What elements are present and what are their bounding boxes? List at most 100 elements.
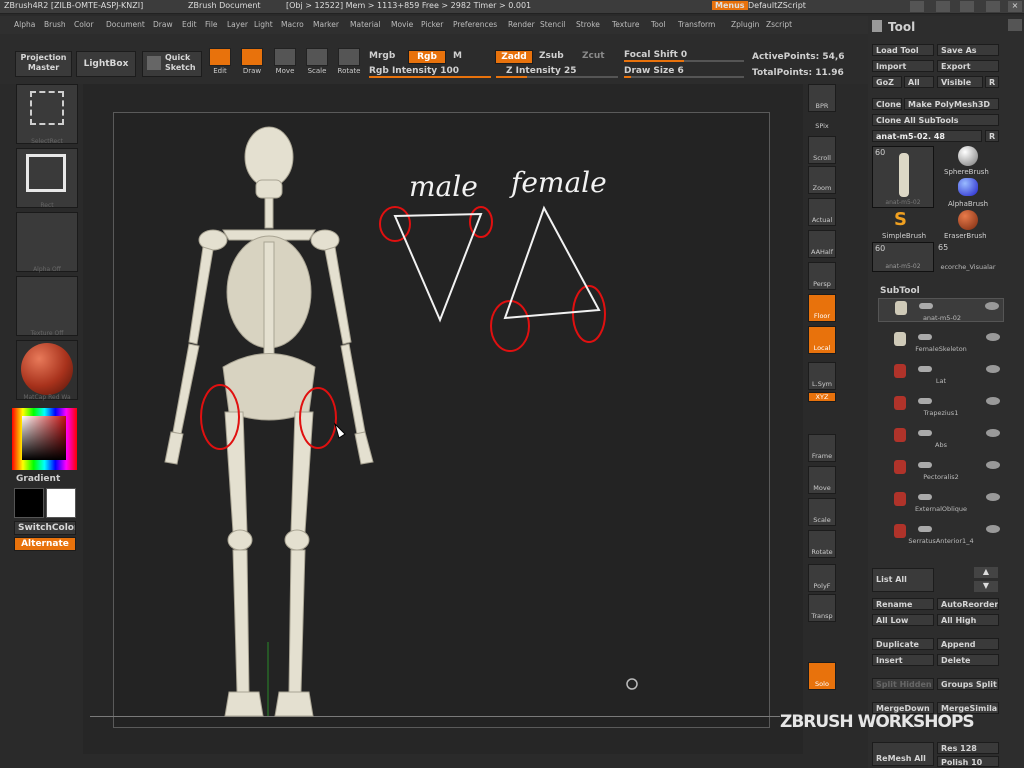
tool-thumbnail-3[interactable]: 65 ecorche_Visualar [936, 242, 1000, 272]
subtool-item[interactable]: Abs [878, 426, 1004, 450]
rgb-button[interactable]: Rgb [408, 50, 446, 64]
menu-document[interactable]: Document [106, 20, 145, 29]
lightbox-button[interactable]: LightBox [76, 51, 136, 77]
subtool-toggle-icon[interactable] [918, 366, 932, 372]
subtool-toggle-icon[interactable] [919, 303, 933, 309]
subtool-item[interactable]: SerratusAnterior1_4 [878, 522, 1004, 546]
minimize-icon[interactable] [910, 1, 924, 12]
split-hidden-button[interactable]: Split Hidden [872, 678, 934, 690]
r-button[interactable]: R [985, 76, 999, 88]
menu-movie[interactable]: Movie [391, 20, 413, 29]
projection-master-button[interactable]: Projection Master [15, 51, 72, 77]
res-slider[interactable]: Res 128 [937, 742, 999, 754]
eraser-brush-icon[interactable] [958, 210, 978, 230]
menu-alpha[interactable]: Alpha [14, 20, 35, 29]
focal-shift-slider[interactable] [624, 60, 744, 62]
shelf-xyz-button[interactable]: XYZ [808, 392, 836, 402]
shelf-frame-button[interactable]: Frame [808, 434, 836, 462]
menu-zplugin[interactable]: Zplugin [731, 20, 759, 29]
shelf-solo-button[interactable]: Solo [808, 662, 836, 690]
menu-light[interactable]: Light [254, 20, 273, 29]
visibility-eye-icon[interactable] [986, 493, 1000, 501]
simple-brush-icon[interactable]: S [894, 210, 912, 230]
shelf-move-button[interactable]: Move [808, 466, 836, 494]
visibility-eye-icon[interactable] [986, 461, 1000, 469]
menu-material[interactable]: Material [350, 20, 380, 29]
subtool-title[interactable]: SubTool [880, 286, 920, 296]
tool-thumbnail[interactable]: 60 anat-m5-02 [872, 146, 934, 208]
current-tool-slider[interactable]: anat-m5-02. 48 [872, 130, 982, 142]
all-button[interactable]: All [904, 76, 934, 88]
goz-button[interactable]: GoZ [872, 76, 902, 88]
edit-button[interactable]: Edit [205, 48, 235, 78]
menu-texture[interactable]: Texture [612, 20, 639, 29]
zadd-button[interactable]: Zadd [495, 50, 533, 64]
rename-button[interactable]: Rename [872, 598, 934, 610]
insert-button[interactable]: Insert [872, 654, 934, 666]
mrgb-button[interactable]: Mrgb [369, 51, 395, 61]
list-all-button[interactable]: List All [872, 568, 934, 592]
restore-icon[interactable] [936, 1, 950, 12]
select-rect-tile[interactable] [16, 84, 78, 144]
menu-tool[interactable]: Tool [651, 20, 666, 29]
menu-transform[interactable]: Transform [678, 20, 715, 29]
shelf-scroll-button[interactable]: Scroll [808, 136, 836, 164]
m-button[interactable]: M [453, 51, 462, 61]
rgb-intensity-slider[interactable] [369, 76, 491, 78]
rotate-button[interactable]: Rotate [334, 48, 364, 78]
subtool-down-icon[interactable]: ▼ [974, 581, 998, 592]
subtool-toggle-icon[interactable] [918, 430, 932, 436]
scale-button[interactable]: Scale [302, 48, 332, 78]
tool-thumbnail-2[interactable]: 60 anat-m5-02 [872, 242, 934, 272]
duplicate-button[interactable]: Duplicate [872, 638, 934, 650]
alternate-button[interactable]: Alternate [14, 537, 76, 551]
move-button[interactable]: Move [270, 48, 300, 78]
shelf-polyf-button[interactable]: PolyF [808, 564, 836, 592]
shelf-lsym-button[interactable]: L.Sym [808, 362, 836, 390]
visible-button[interactable]: Visible [937, 76, 983, 88]
texture-tile[interactable] [16, 276, 78, 336]
shelf-zoom-button[interactable]: Zoom [808, 166, 836, 194]
menus-button[interactable]: Menus [712, 1, 748, 10]
menu-stencil[interactable]: Stencil [540, 20, 565, 29]
subtool-item[interactable]: Trapezius1 [878, 394, 1004, 418]
color-picker-square[interactable] [22, 416, 66, 460]
subtool-item[interactable]: anat-m5-02 [878, 298, 1004, 322]
auto-reorder-button[interactable]: AutoReorder [937, 598, 999, 610]
secondary-color-swatch[interactable] [46, 488, 76, 518]
delete-button[interactable]: Delete [937, 654, 999, 666]
alpha-brush-icon[interactable] [958, 178, 978, 196]
shelf-rotate-button[interactable]: Rotate [808, 530, 836, 558]
shelf-bpr-button[interactable]: BPR [808, 84, 836, 112]
visibility-eye-icon[interactable] [986, 429, 1000, 437]
all-low-button[interactable]: All Low [872, 614, 934, 626]
shelf-transp-button[interactable]: Transp [808, 594, 836, 622]
color-picker[interactable] [12, 408, 77, 470]
menu-picker[interactable]: Picker [421, 20, 443, 29]
menu-layer[interactable]: Layer [227, 20, 248, 29]
rect-tile[interactable] [16, 148, 78, 208]
subtool-item[interactable]: ExternalOblique [878, 490, 1004, 514]
draw-size-slider[interactable] [624, 76, 744, 78]
groups-split-button[interactable]: Groups Split [937, 678, 999, 690]
menu-preferences[interactable]: Preferences [453, 20, 497, 29]
menu-file[interactable]: File [205, 20, 218, 29]
clone-all-subtools-button[interactable]: Clone All SubTools [872, 114, 999, 126]
zsub-button[interactable]: Zsub [539, 51, 564, 61]
palette-collapse-icon[interactable] [1008, 19, 1022, 31]
make-polymesh-button[interactable]: Make PolyMesh3D [904, 98, 999, 110]
polish-slider[interactable]: Polish 10 [937, 756, 999, 767]
menu-marker[interactable]: Marker [313, 20, 339, 29]
subtool-item[interactable]: Lat [878, 362, 1004, 386]
viewport-drawing[interactable]: male female [113, 112, 770, 728]
visibility-eye-icon[interactable] [986, 525, 1000, 533]
visibility-eye-icon[interactable] [985, 302, 999, 310]
alpha-tile[interactable] [16, 212, 78, 272]
menu-color[interactable]: Color [74, 20, 94, 29]
append-button[interactable]: Append [937, 638, 999, 650]
subtool-up-icon[interactable]: ▲ [974, 567, 998, 578]
close-icon[interactable]: × [1008, 1, 1022, 12]
save-as-button[interactable]: Save As [937, 44, 999, 56]
sphere-brush-icon[interactable] [958, 146, 978, 166]
all-high-button[interactable]: All High [937, 614, 999, 626]
